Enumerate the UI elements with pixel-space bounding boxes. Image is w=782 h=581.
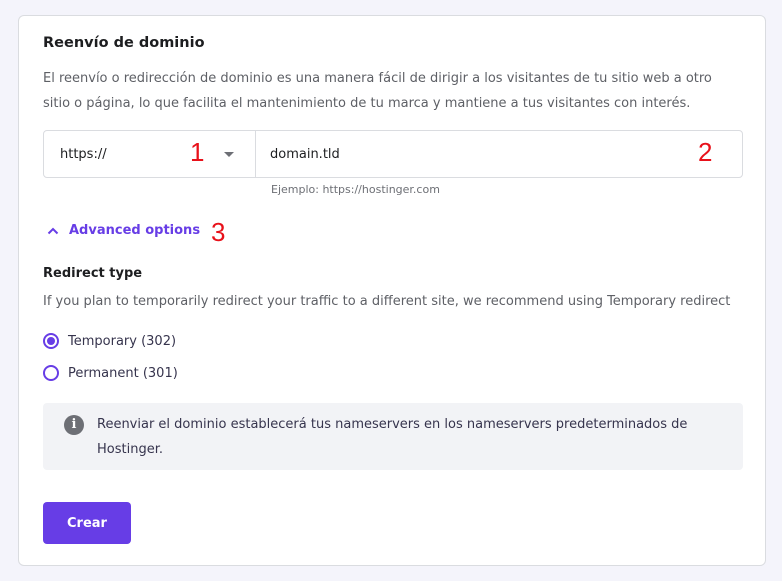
domain-forwarding-card: Reenvío de dominio El reenvío o redirecc… [18,15,766,566]
url-input-group: https:// domain.tld [43,130,743,178]
info-icon: i [64,415,84,435]
redirect-type-description: If you plan to temporarily redirect your… [43,294,731,309]
domain-hint: Ejemplo: https://hostinger.com [271,183,440,196]
info-text: Reenviar el dominio establecerá tus name… [97,417,688,457]
redirect-type-label: Redirect type [43,266,143,281]
annotation-3: 3 [211,217,226,247]
domain-input[interactable]: domain.tld [256,131,742,177]
domain-input-value: domain.tld [270,146,340,162]
protocol-select-value: https:// [60,146,107,162]
radio-checked-icon [43,333,59,349]
caret-down-icon [224,152,234,157]
info-banner: i Reenviar el dominio establecerá tus na… [43,403,743,470]
card-title: Reenvío de dominio [43,35,205,51]
protocol-select[interactable]: https:// [44,131,256,177]
radio-label: Temporary (302) [68,333,177,349]
chevron-up-icon [47,227,59,234]
advanced-options-label: Advanced options [69,223,201,238]
radio-temporary[interactable]: Temporary (302) [43,333,176,349]
radio-unchecked-icon [43,365,59,381]
annotation-1: 1 [190,137,205,167]
create-button[interactable]: Crear [43,502,131,544]
annotation-2: 2 [698,137,713,167]
advanced-options-toggle[interactable]: Advanced options [47,223,200,238]
radio-label: Permanent (301) [68,365,178,381]
card-description: El reenvío o redirección de dominio es u… [43,71,712,111]
radio-permanent[interactable]: Permanent (301) [43,365,178,381]
